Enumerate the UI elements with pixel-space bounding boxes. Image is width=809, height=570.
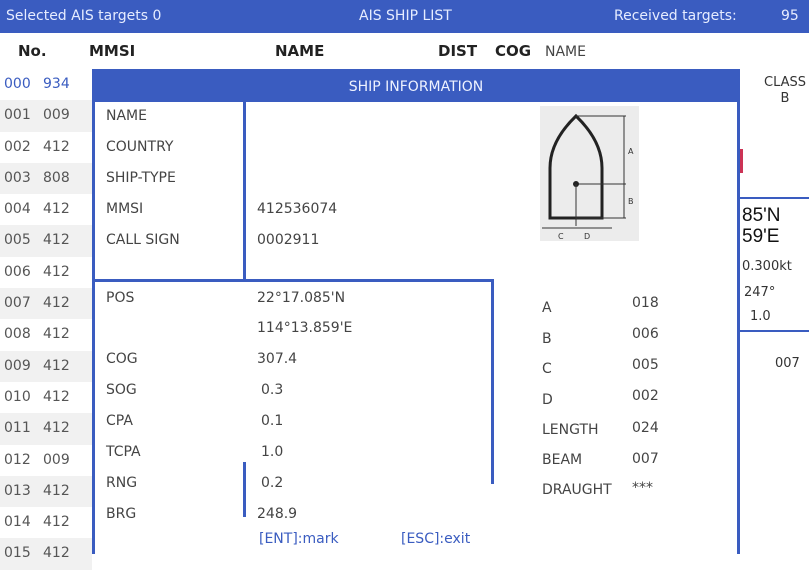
class-info: CLASS B — [764, 75, 806, 107]
class-value: B — [780, 91, 790, 106]
divider — [491, 279, 494, 484]
detail-panel: CLASS B 85'N 59'E 0.300kt 247° 1.0 007 — [740, 69, 809, 554]
label-tcpa: TCPA — [106, 444, 141, 460]
dim-value-a: 018 — [632, 295, 659, 311]
value-lat: 22°17.085'N — [257, 290, 346, 306]
dim-value-draught: *** — [632, 480, 653, 496]
label-brg: BRG — [106, 506, 137, 522]
value-lon: 114°13.859'E — [257, 320, 353, 336]
label-sog: SOG — [106, 382, 137, 398]
class-label: CLASS — [764, 75, 807, 90]
diagram-d: D — [584, 232, 590, 241]
divider — [243, 102, 246, 282]
value-sog: 0.3 — [261, 382, 284, 398]
table-row[interactable]: 006 412 — [0, 257, 92, 288]
table-row[interactable]: 011 412 — [0, 413, 92, 445]
table-row[interactable]: 002 412 — [0, 132, 92, 163]
label-ship-type: SHIP-TYPE — [106, 170, 176, 186]
detail-sog: 0.300kt — [742, 259, 792, 274]
dialog-title: SHIP INFORMATION — [95, 72, 737, 102]
col-no: No. — [18, 42, 47, 60]
value-cpa: 0.1 — [261, 413, 284, 429]
label-mmsi: MMSI — [106, 201, 144, 217]
ais-ship-list-title: AIS SHIP LIST — [359, 8, 452, 24]
divider — [95, 279, 493, 282]
dim-value-c: 005 — [632, 357, 659, 373]
detail-beam: 007 — [775, 356, 800, 371]
label-cpa: CPA — [106, 413, 133, 429]
value-tcpa: 1.0 — [261, 444, 284, 460]
dim-label-beam: BEAM — [542, 452, 583, 468]
exit-hint-button[interactable]: [ESC]:exit — [401, 531, 470, 547]
table-row[interactable]: 008 412 — [0, 319, 92, 350]
dim-label-c: C — [542, 361, 552, 377]
divider — [243, 462, 246, 517]
label-pos: POS — [106, 290, 135, 306]
diagram-c: C — [558, 232, 564, 241]
label-rng: RNG — [106, 475, 138, 491]
table-row[interactable]: 000 934 — [0, 69, 92, 100]
ship-list: 000 934 001 009 002 412 003 808 004 412 005 41… — [0, 69, 92, 570]
list-header: No. MMSI NAME DIST COG NAME — [0, 33, 809, 69]
dim-label-length: LENGTH — [542, 422, 599, 438]
table-row[interactable]: 003 808 — [0, 162, 92, 195]
label-cog: COG — [106, 351, 138, 367]
mark-hint-button[interactable]: [ENT]:mark — [259, 531, 339, 547]
dim-value-b: 006 — [632, 326, 659, 342]
title-bar: Selected AIS targets 0 AIS SHIP LIST Rec… — [0, 0, 809, 33]
detail-lon: 59'E — [742, 226, 780, 247]
value-cog: 307.4 — [257, 351, 298, 367]
table-row[interactable]: 001 009 — [0, 100, 92, 132]
label-name: NAME — [106, 108, 147, 124]
ship-information-dialog: SHIP INFORMATION NAME COUNTRY SHIP-TYPE … — [92, 69, 740, 554]
table-row[interactable]: 010 412 — [0, 382, 92, 413]
value-mmsi: 412536074 — [257, 201, 338, 217]
selected-targets-label: Selected AIS targets 0 — [6, 8, 162, 24]
received-targets-label: Received targets: — [614, 8, 737, 24]
dim-label-draught: DRAUGHT — [542, 482, 612, 498]
label-country: COUNTRY — [106, 139, 174, 155]
detail-cpa: 1.0 — [750, 309, 771, 324]
table-row[interactable]: 015 412 — [0, 538, 92, 570]
diagram-b: B — [628, 197, 634, 206]
table-row[interactable]: 014 412 — [0, 507, 92, 538]
detail-name-label: NAME — [545, 44, 586, 60]
value-call-sign: 0002911 — [257, 232, 320, 248]
diagram-a: A — [628, 147, 634, 156]
table-row[interactable]: 004 412 — [0, 194, 92, 225]
received-targets-count: 95 — [781, 8, 799, 24]
detail-cog: 247° — [744, 285, 776, 300]
table-row[interactable]: 013 412 — [0, 475, 92, 508]
dim-label-d: D — [542, 392, 553, 408]
col-name: NAME — [275, 42, 325, 60]
label-call-sign: CALL SIGN — [106, 232, 180, 248]
dim-label-a: A — [542, 300, 552, 316]
value-rng: 0.2 — [261, 475, 284, 491]
alert-marker — [740, 149, 743, 173]
ship-dimension-diagram: A B C D — [540, 106, 639, 241]
value-brg: 248.9 — [257, 506, 298, 522]
detail-lat: 85'N — [742, 205, 781, 226]
table-row[interactable]: 005 412 — [0, 225, 92, 257]
ship-outline-icon: A B C D — [542, 113, 634, 241]
col-cog: COG — [495, 42, 532, 60]
dim-value-length: 024 — [632, 420, 659, 436]
table-row[interactable]: 009 412 — [0, 350, 92, 382]
col-dist: DIST — [438, 42, 478, 60]
table-row[interactable]: 007 412 — [0, 288, 92, 320]
dim-value-d: 002 — [632, 388, 659, 404]
dim-value-beam: 007 — [632, 451, 659, 467]
col-mmsi: MMSI — [89, 42, 136, 60]
table-row[interactable]: 012 009 — [0, 445, 92, 476]
dim-label-b: B — [542, 331, 552, 347]
